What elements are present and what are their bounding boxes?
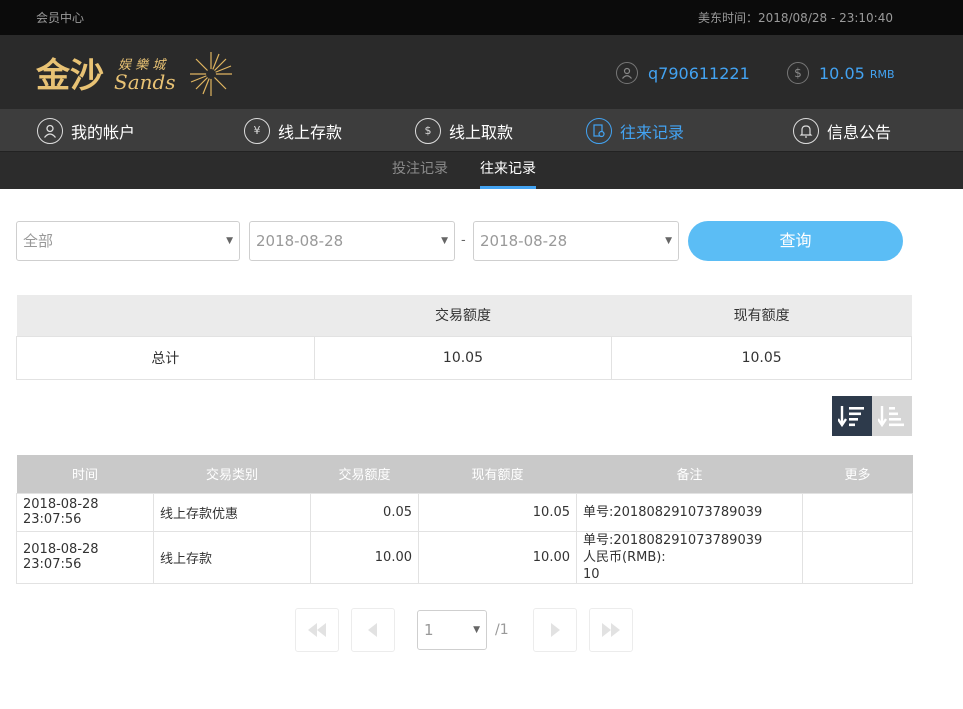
nav-online-withdraw[interactable]: $ 线上取款 — [415, 109, 513, 152]
time-cell: 2018-08-28 23:07:56 — [16, 530, 154, 584]
double-chevron-right-icon — [602, 623, 620, 637]
sort-asc-button[interactable] — [872, 396, 912, 436]
member-center-link[interactable]: 会员中心 — [36, 9, 84, 26]
sub-nav: 投注记录 往来记录 — [0, 152, 963, 189]
sort-desc-icon — [838, 406, 864, 428]
type-cell: 线上存款优惠 — [153, 492, 311, 532]
nav-announcements[interactable]: 信息公告 — [793, 109, 891, 152]
summary-table: 交易额度 现有额度 总计 10.05 10.05 — [16, 295, 912, 380]
balance-cell: 10.00 — [418, 530, 577, 584]
username[interactable]: q790611221 — [648, 64, 750, 83]
page-select-value: 1 — [424, 621, 434, 639]
nav-label: 信息公告 — [827, 122, 892, 142]
summary-header — [16, 295, 315, 336]
main-nav: 我的帐户 ¥ 线上存款 $ 线上取款 往来记录 信息公告 — [0, 109, 963, 152]
summary-row: 总计 10.05 10.05 — [16, 335, 912, 380]
summary-header-row: 交易额度 现有额度 — [16, 295, 912, 336]
table-row: 2018-08-28 23:07:56 线上存款 10.00 10.00 单号:… — [16, 530, 913, 584]
nav-online-deposit[interactable]: ¥ 线上存款 — [244, 109, 342, 152]
nav-label: 我的帐户 — [71, 122, 136, 142]
chevron-down-icon: ▼ — [226, 236, 233, 246]
amount-cell: 0.05 — [310, 492, 419, 532]
time-cell: 2018-08-28 23:07:56 — [16, 492, 154, 532]
svg-text:Sands: Sands — [114, 70, 176, 94]
summary-cell: 10.05 — [313, 335, 613, 380]
sands-logo: 金沙 娱 樂 城 Sands — [36, 52, 232, 96]
column-header: 时间 — [16, 455, 154, 493]
end-date-value: 2018-08-28 — [480, 232, 568, 250]
memo-line: 单号:201808291073789039 — [583, 532, 763, 548]
summary-cell: 总计 — [16, 335, 315, 380]
next-page-button[interactable] — [533, 608, 577, 652]
summary-header: 交易额度 — [314, 295, 612, 336]
query-button[interactable]: 查询 — [688, 221, 903, 261]
top-bar: 会员中心 美东时间：2018/08/28 - 23:10:40 — [0, 0, 963, 35]
type-cell: 线上存款 — [153, 530, 311, 584]
nav-label: 线上存款 — [278, 122, 343, 142]
last-page-button[interactable] — [589, 608, 633, 652]
start-date-select[interactable]: 2018-08-28 ▼ — [249, 221, 455, 261]
more-cell[interactable] — [802, 530, 913, 584]
deposit-icon: ¥ — [244, 117, 270, 144]
prev-page-button[interactable] — [351, 608, 395, 652]
type-select[interactable]: 全部 ▼ — [16, 221, 240, 261]
start-date-value: 2018-08-28 — [256, 232, 344, 250]
more-cell[interactable] — [802, 492, 913, 532]
table-row: 2018-08-28 23:07:56 线上存款优惠 0.05 10.05 单号… — [16, 492, 913, 532]
records-header-row: 时间 交易类别 交易额度 现有额度 备注 更多 — [16, 455, 913, 493]
currency-label: RMB — [869, 68, 895, 81]
date-separator: - — [461, 233, 466, 248]
nav-my-account[interactable]: 我的帐户 — [37, 109, 135, 152]
memo-cell: 单号:201808291073789039 人民币(RMB): 10 — [576, 530, 803, 584]
column-header: 交易类别 — [153, 455, 311, 493]
page-select[interactable]: 1 ▼ — [417, 610, 487, 650]
sort-desc-button[interactable] — [832, 396, 872, 436]
end-date-select[interactable]: 2018-08-28 ▼ — [473, 221, 679, 261]
chevron-down-icon: ▼ — [473, 625, 480, 635]
sort-asc-icon — [878, 406, 904, 428]
chevron-down-icon: ▼ — [665, 236, 672, 246]
memo-line: 10 — [583, 566, 600, 582]
memo-line: 单号:201808291073789039 — [583, 504, 763, 520]
user-icon — [37, 117, 63, 144]
page-total: /1 — [495, 622, 509, 638]
tab-transaction-records[interactable]: 往来记录 — [480, 152, 536, 189]
column-header: 交易额度 — [310, 455, 419, 493]
dollar-icon: $ — [787, 62, 809, 84]
memo-line: 人民币(RMB): — [583, 549, 666, 565]
memo-cell: 单号:201808291073789039 — [576, 492, 803, 532]
nav-label: 线上取款 — [449, 122, 514, 142]
withdraw-icon: $ — [415, 117, 441, 144]
bell-icon — [793, 117, 819, 144]
nav-transaction-records[interactable]: 往来记录 — [586, 109, 684, 152]
chevron-left-icon — [368, 623, 377, 637]
double-chevron-left-icon — [308, 623, 326, 637]
column-header: 现有额度 — [418, 455, 577, 493]
header: 金沙 娱 樂 城 Sands q790611221 $ 10.05 RMB — [0, 35, 963, 109]
nav-label: 往来记录 — [620, 122, 685, 142]
summary-header: 现有额度 — [611, 295, 912, 336]
server-time: 美东时间：2018/08/28 - 23:10:40 — [697, 11, 893, 25]
summary-cell: 10.05 — [611, 335, 912, 380]
column-header: 备注 — [576, 455, 803, 493]
type-select-value: 全部 — [23, 232, 54, 250]
balance-info: $ 10.05 RMB — [787, 61, 895, 85]
balance-value: 10.05 — [819, 63, 865, 83]
balance-cell: 10.05 — [418, 492, 577, 532]
column-header: 更多 — [802, 455, 913, 493]
user-info: q790611221 — [616, 61, 750, 85]
records-table: 时间 交易类别 交易额度 现有额度 备注 更多 2018-08-28 23:07… — [16, 455, 913, 584]
user-icon — [616, 62, 638, 84]
records-icon — [586, 117, 612, 144]
chevron-down-icon: ▼ — [441, 236, 448, 246]
amount-cell: 10.00 — [310, 530, 419, 584]
svg-text:金沙: 金沙 — [36, 56, 104, 96]
tab-bet-records[interactable]: 投注记录 — [391, 152, 449, 189]
first-page-button[interactable] — [295, 608, 339, 652]
chevron-right-icon — [551, 623, 560, 637]
